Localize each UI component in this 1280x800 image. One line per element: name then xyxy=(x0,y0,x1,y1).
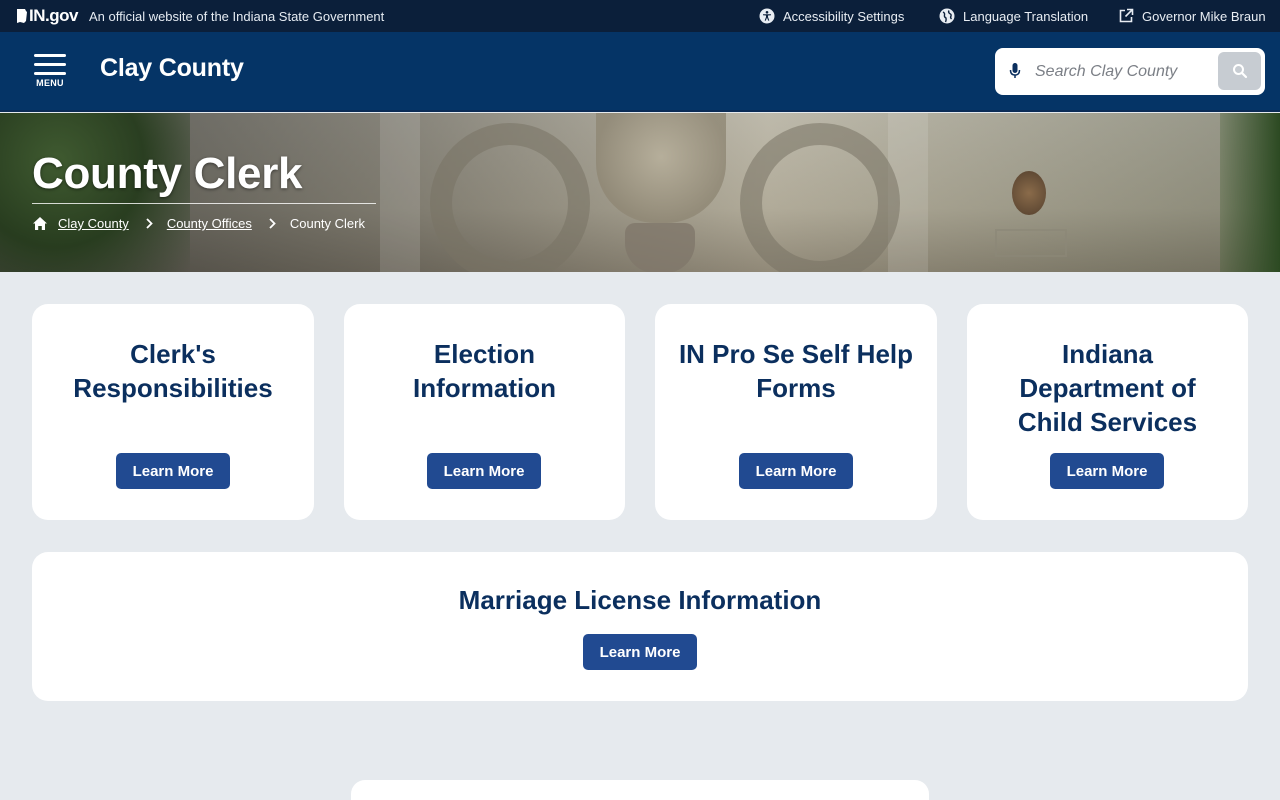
accessibility-settings-label: Accessibility Settings xyxy=(783,8,905,24)
chevron-right-icon xyxy=(145,218,153,229)
title-divider xyxy=(32,203,376,204)
hero-background-pillar xyxy=(380,113,420,272)
next-card-partial xyxy=(351,780,929,800)
learn-more-button[interactable]: Learn More xyxy=(116,453,230,489)
hero-background-medallion xyxy=(1012,171,1046,215)
learn-more-button[interactable]: Learn More xyxy=(427,453,541,489)
globe-icon xyxy=(939,8,955,24)
breadcrumb-link-clay-county[interactable]: Clay County xyxy=(58,216,129,231)
hamburger-icon-bar xyxy=(34,63,66,66)
site-header: MENU Clay County xyxy=(0,32,1280,112)
microphone-icon[interactable] xyxy=(1009,62,1021,85)
card-title: Election Information xyxy=(413,339,556,403)
ingov-logo-text: IN.gov xyxy=(29,6,78,25)
hero-background-tree xyxy=(1220,113,1280,272)
site-title[interactable]: Clay County xyxy=(100,54,244,83)
hamburger-icon-bar xyxy=(34,72,66,75)
learn-more-button[interactable]: Learn More xyxy=(583,634,697,670)
menu-button[interactable]: MENU xyxy=(30,54,70,94)
card-title: Marriage License Information xyxy=(458,585,822,615)
accessibility-icon xyxy=(759,8,775,24)
card-in-pro-se-self-help-forms: IN Pro Se Self Help Forms Learn More xyxy=(655,304,937,520)
hero-background-arch xyxy=(740,123,900,272)
card-title: Clerk's Responsibilities xyxy=(73,339,273,403)
indiana-state-icon xyxy=(17,9,27,23)
learn-more-button[interactable]: Learn More xyxy=(1050,453,1164,489)
search-box xyxy=(995,48,1265,95)
ingov-branding: IN.gov An official website of the Indian… xyxy=(16,6,384,26)
card-marriage-license-information: Marriage License Information Learn More xyxy=(32,552,1248,701)
ingov-logo[interactable]: IN.gov xyxy=(16,6,78,26)
hero-background-plaque xyxy=(995,229,1067,257)
language-translation-link[interactable]: Language Translation xyxy=(939,0,1088,32)
breadcrumb-link-county-offices[interactable]: County Offices xyxy=(167,216,252,231)
governor-label: Governor Mike Braun xyxy=(1142,8,1266,24)
search-button[interactable] xyxy=(1218,52,1261,90)
card-clerks-responsibilities: Clerk's Responsibilities Learn More xyxy=(32,304,314,520)
hero-background-arch xyxy=(430,123,590,272)
page-title: County Clerk xyxy=(32,149,303,198)
hamburger-icon xyxy=(34,54,66,57)
official-website-notice: An official website of the Indiana State… xyxy=(88,8,385,24)
top-utility-bar: IN.gov An official website of the Indian… xyxy=(0,0,1280,32)
breadcrumb-current: County Clerk xyxy=(289,216,365,231)
card-indiana-department-of-child-services: Indiana Department of Child Services Lea… xyxy=(967,304,1248,520)
hero-background-fountain-bowl xyxy=(625,223,695,272)
governor-link[interactable]: Governor Mike Braun xyxy=(1118,0,1266,32)
language-translation-label: Language Translation xyxy=(963,8,1089,24)
hero-banner: County Clerk Clay County County Offices … xyxy=(0,113,1280,272)
search-icon xyxy=(1232,64,1247,79)
card-title: Indiana Department of Child Services xyxy=(1017,339,1198,437)
home-icon[interactable] xyxy=(32,216,48,231)
accessibility-settings-link[interactable]: Accessibility Settings xyxy=(759,0,904,32)
hero-background-fountain xyxy=(596,113,726,223)
external-link-icon xyxy=(1119,8,1134,23)
breadcrumb: Clay County County Offices County Clerk xyxy=(32,216,365,231)
menu-label: MENU xyxy=(36,78,64,88)
card-title: IN Pro Se Self Help Forms xyxy=(678,339,914,403)
learn-more-button[interactable]: Learn More xyxy=(739,453,853,489)
card-election-information: Election Information Learn More xyxy=(344,304,625,520)
chevron-right-icon xyxy=(268,218,276,229)
search-input[interactable] xyxy=(1035,58,1205,86)
